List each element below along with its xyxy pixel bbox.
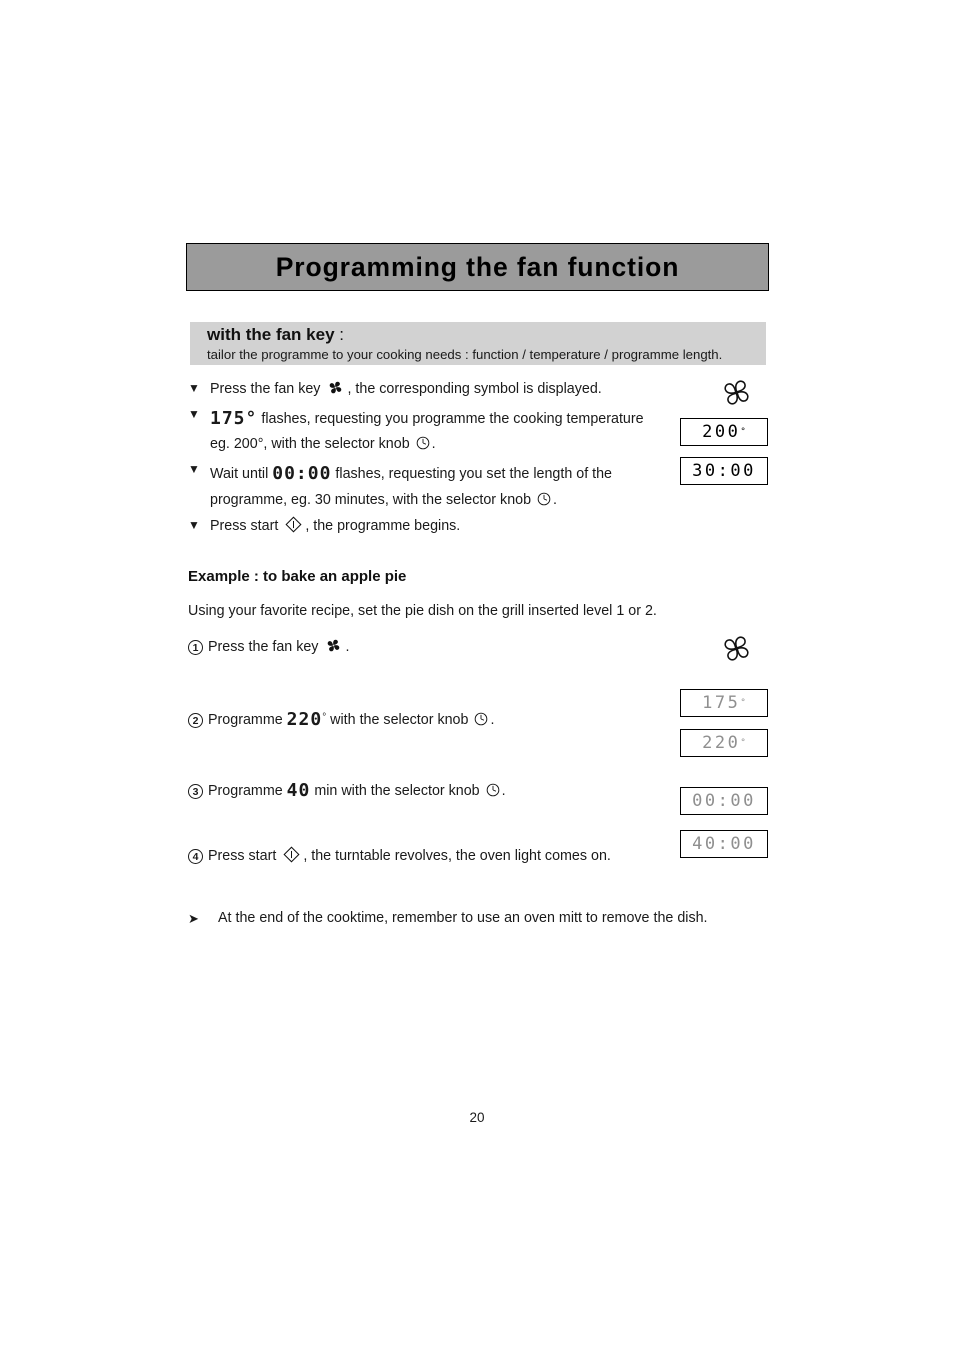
instruction-text-post: , the programme begins. bbox=[305, 517, 461, 534]
triangle-bullet-icon: ▼ bbox=[188, 517, 200, 532]
display-value: 220 bbox=[702, 732, 741, 753]
step-text-pre: Press the fan key bbox=[208, 639, 319, 655]
subheader-description: tailor the programme to your cooking nee… bbox=[207, 346, 723, 362]
example-intro-text: Using your favorite recipe, set the pie … bbox=[188, 603, 657, 619]
fan-icon bbox=[718, 374, 755, 411]
lcd-value-40: 40 bbox=[286, 780, 311, 801]
step-text-pre: Programme bbox=[208, 783, 283, 799]
page-title-banner: Programming the fan function bbox=[186, 243, 769, 291]
instruction-item-3: ▼ Wait until 00:00 flashes, requesting y… bbox=[188, 459, 658, 511]
triangle-bullet-icon: ▼ bbox=[188, 407, 200, 422]
subheader-colon: : bbox=[334, 325, 344, 344]
step-text-pre: Programme bbox=[208, 712, 283, 728]
display-temperature-175: 175 ° bbox=[680, 689, 768, 717]
instruction-list: ▼ Press the fan key , the corresponding … bbox=[188, 378, 658, 541]
example-step-1: 1 Press the fan key . bbox=[188, 636, 658, 658]
fan-icon bbox=[326, 378, 345, 397]
step-text-mid: min with the selector knob bbox=[314, 783, 480, 799]
example-heading: Example : to bake an apple pie bbox=[188, 568, 407, 585]
display-value: 175 bbox=[702, 692, 741, 713]
instruction-text-post: . bbox=[431, 436, 436, 453]
example-step-3: 3 Programme 40 min with the selector knob… bbox=[188, 777, 658, 804]
display-value: 40:00 bbox=[692, 833, 756, 854]
selector-knob-icon bbox=[474, 712, 488, 726]
step-text-pre: Press start bbox=[208, 848, 277, 864]
example-step-4: 4 Press start , the turntable revolves, t… bbox=[188, 845, 658, 867]
selector-knob-icon bbox=[537, 492, 551, 506]
step-number: 2 bbox=[188, 713, 203, 728]
lcd-value-0000: 00:00 bbox=[272, 463, 332, 485]
display-degree-symbol: ° bbox=[740, 737, 746, 748]
fan-icon bbox=[324, 636, 343, 655]
start-icon bbox=[282, 845, 301, 864]
step-number: 3 bbox=[188, 784, 203, 799]
step-number: 4 bbox=[188, 849, 203, 864]
selector-knob-icon bbox=[486, 783, 500, 797]
triangle-bullet-icon: ▼ bbox=[188, 381, 200, 395]
triangle-bullet-icon: ▼ bbox=[188, 462, 200, 477]
instruction-text-mid: flashes, requesting you set the length o… bbox=[210, 466, 613, 508]
instruction-item-4: ▼ Press start , the programme begins. bbox=[188, 515, 658, 538]
start-icon bbox=[284, 515, 303, 534]
example-step-2: 2 Programme 220° with the selector knob . bbox=[188, 706, 658, 733]
selector-knob-icon bbox=[416, 436, 430, 450]
display-time-00-00: 00:00 bbox=[680, 787, 768, 815]
display-time-30-00: 30:00 bbox=[680, 457, 768, 485]
instruction-text-pre: Press the fan key bbox=[210, 381, 321, 397]
display-degree-symbol: ° bbox=[740, 426, 746, 437]
footnote-text: At the end of the cooktime, remember to … bbox=[218, 910, 708, 926]
instruction-item-1: ▼ Press the fan key , the corresponding … bbox=[188, 378, 658, 401]
display-time-40-00: 40:00 bbox=[680, 830, 768, 858]
step-text-post: . bbox=[490, 712, 495, 728]
instruction-text-post: . bbox=[553, 491, 558, 508]
lcd-value-220: 220 bbox=[286, 709, 323, 730]
degree-symbol: ° bbox=[322, 712, 327, 723]
display-degree-symbol: ° bbox=[740, 697, 746, 708]
subheader-title: with the fan key : bbox=[207, 325, 766, 346]
display-value: 200 bbox=[702, 421, 741, 442]
lcd-value-175: 175° bbox=[210, 408, 258, 430]
instruction-text-pre: Press start bbox=[210, 517, 279, 534]
step-text-post: . bbox=[345, 639, 350, 655]
display-temperature-200: 200 ° bbox=[680, 418, 768, 446]
display-value: 30:00 bbox=[692, 460, 756, 481]
display-value: 00:00 bbox=[692, 790, 756, 811]
instruction-text-post: , the corresponding symbol is displayed. bbox=[347, 381, 602, 397]
step-text-mid: with the selector knob bbox=[330, 712, 469, 728]
section-subheader: with the fan key : tailor the programme … bbox=[190, 322, 766, 365]
fan-icon bbox=[718, 630, 755, 667]
display-temperature-220: 220 ° bbox=[680, 729, 768, 757]
step-text-post: , the turntable revolves, the oven light… bbox=[303, 848, 611, 864]
instruction-text-pre: Wait until bbox=[210, 466, 269, 483]
footnote: ➤ At the end of the cooktime, remember t… bbox=[188, 908, 798, 929]
page-title: Programming the fan function bbox=[275, 251, 680, 282]
subheader-title-text: with the fan key bbox=[207, 325, 335, 344]
step-text-post: . bbox=[501, 783, 506, 799]
instruction-item-2: ▼ 175° flashes, requesting you programme… bbox=[188, 404, 658, 456]
arrow-bullet-icon: ➤ bbox=[188, 911, 199, 926]
page-number: 20 bbox=[469, 1110, 485, 1125]
step-number: 1 bbox=[188, 640, 203, 655]
